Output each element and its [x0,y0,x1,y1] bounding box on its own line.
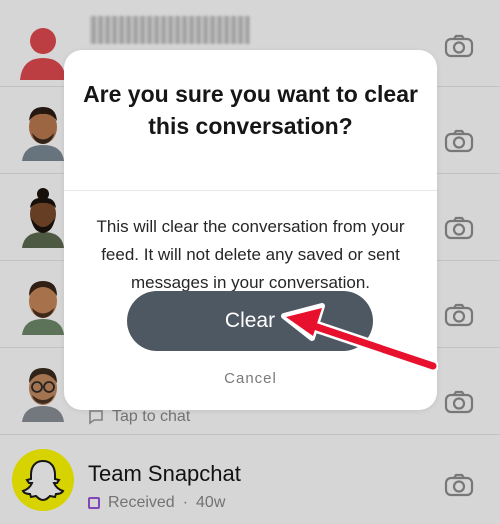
dialog-title: Are you sure you want to clear this conv… [83,81,418,139]
screen: Tap to chat Team Snapchat Received · 40w [0,0,500,524]
cancel-button[interactable]: Cancel [64,370,437,387]
arrow-icon [281,303,438,372]
divider [64,190,437,191]
dialog-message: This will clear the conversation from yo… [96,217,405,292]
